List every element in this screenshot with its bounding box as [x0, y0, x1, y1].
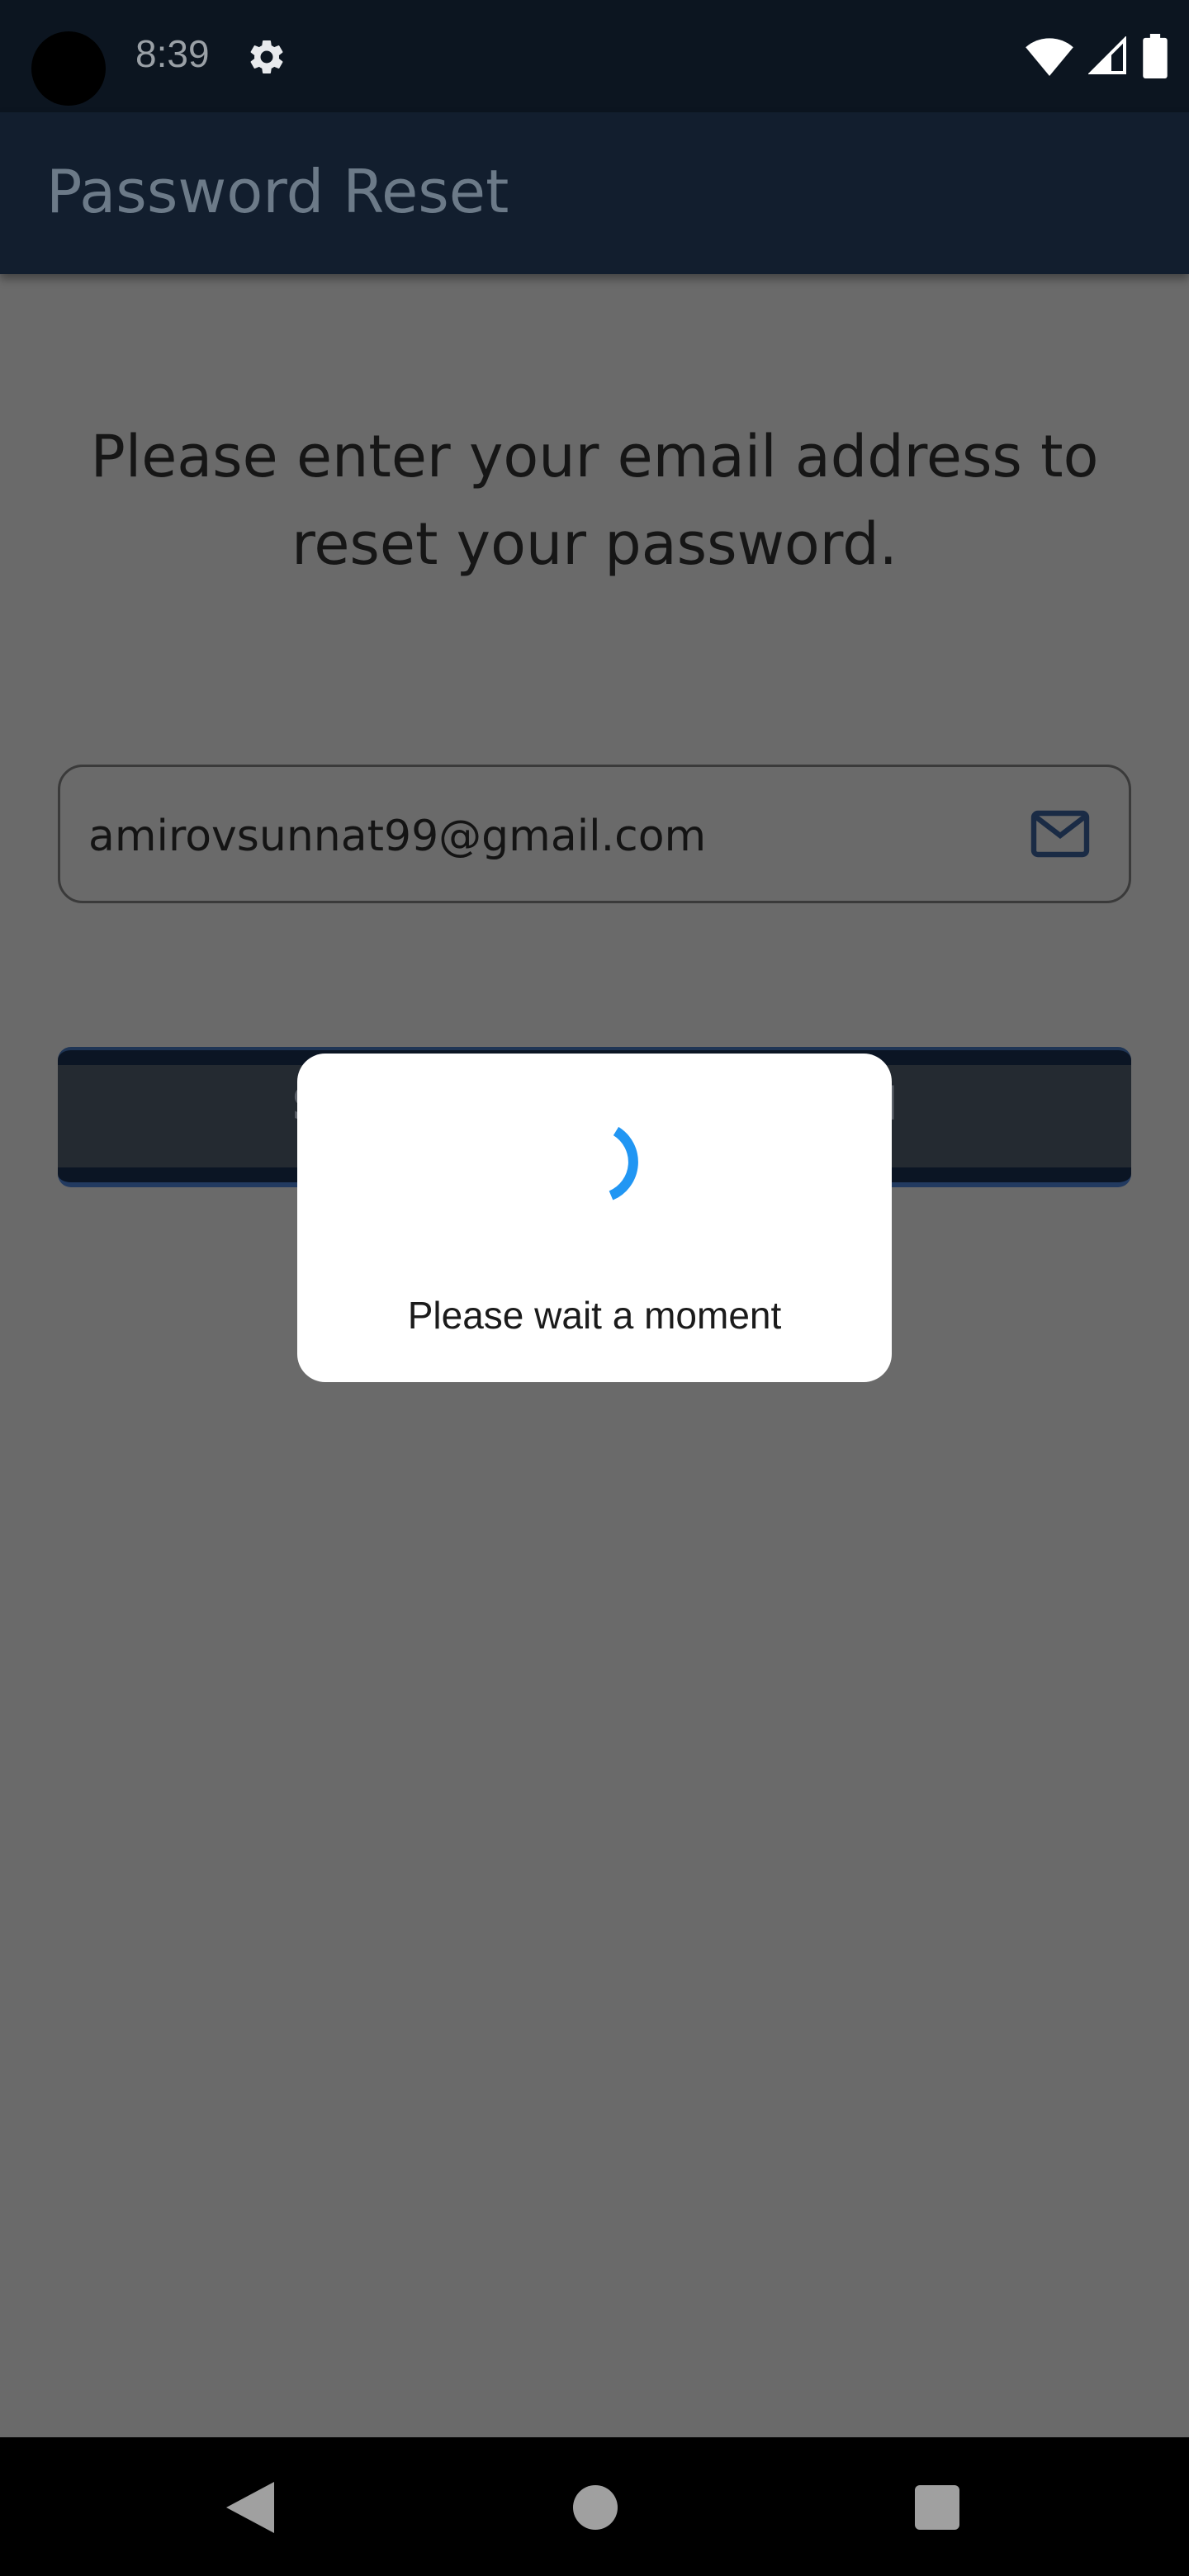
- loading-spinner-icon: [609, 1126, 638, 1200]
- battery-icon: [1143, 34, 1168, 78]
- recents-icon[interactable]: [915, 2485, 959, 2530]
- status-time: 8:39: [135, 32, 210, 75]
- email-value: amirovsunnat99@gmail.com: [88, 812, 707, 861]
- loading-dialog: Please wait a moment: [297, 1054, 892, 1382]
- home-icon[interactable]: [573, 2485, 618, 2530]
- status-icons: [1026, 33, 1168, 79]
- page-title: Password Reset: [46, 157, 509, 226]
- screen: 8:39 Password Reset Please enter your em…: [0, 0, 1189, 2576]
- gear-icon: [250, 40, 283, 73]
- cellular-signal-icon: [1088, 36, 1126, 74]
- camera-cutout: [31, 31, 106, 106]
- app-bar: Password Reset: [0, 112, 1189, 274]
- instructions-text: Please enter your email address to reset…: [50, 413, 1139, 588]
- wifi-icon: [1026, 38, 1073, 76]
- instructions-line-1: Please enter your email address to: [90, 423, 1099, 490]
- back-icon[interactable]: [223, 2479, 277, 2536]
- instructions-line-2: reset your password.: [291, 510, 898, 578]
- mail-icon: [1030, 810, 1090, 858]
- status-bar: 8:39: [0, 0, 1189, 112]
- navigation-bar: [0, 2437, 1189, 2576]
- dialog-message: Please wait a moment: [407, 1294, 782, 1337]
- email-field[interactable]: amirovsunnat99@gmail.com: [58, 765, 1131, 903]
